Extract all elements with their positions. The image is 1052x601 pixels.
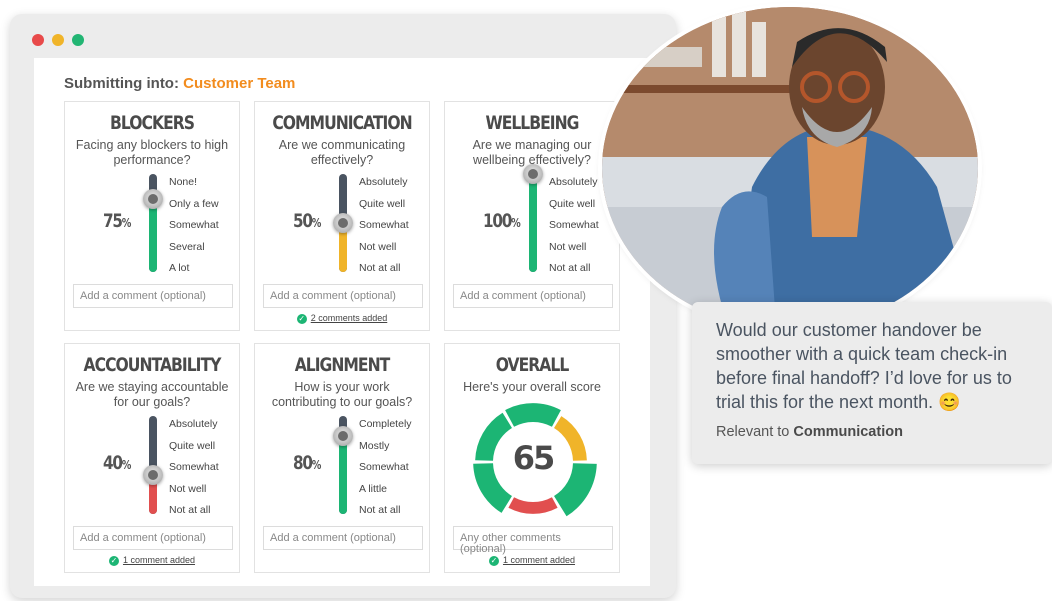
team-name[interactable]: Customer Team bbox=[183, 75, 295, 92]
card-wellbeing: WELLBEING Are we managing our wellbeing … bbox=[444, 101, 620, 331]
check-icon: ✓ bbox=[296, 313, 307, 324]
rating-option[interactable]: Somewhat bbox=[169, 218, 219, 240]
slider-handle[interactable] bbox=[143, 464, 163, 485]
card-title: ACCOUNTABILITY bbox=[83, 354, 222, 376]
card-question: How is your work contributing to our goa… bbox=[271, 380, 413, 409]
score-segment-accountability bbox=[508, 497, 558, 514]
card-percent: 50% bbox=[293, 210, 322, 232]
score-segment-extra bbox=[475, 412, 512, 461]
relevant-topic: Relevant to Communication bbox=[716, 424, 903, 440]
rating-options: Completely Mostly Somewhat A little Not … bbox=[359, 417, 412, 525]
slider-handle[interactable] bbox=[523, 164, 543, 184]
card-title: BLOCKERS bbox=[110, 112, 195, 134]
card-percent: 40% bbox=[103, 452, 132, 474]
rating-option[interactable]: Not at all bbox=[359, 261, 409, 283]
rating-slider[interactable] bbox=[529, 174, 537, 272]
rating-option[interactable]: Mostly bbox=[359, 439, 412, 461]
rating-option[interactable]: Not well bbox=[359, 240, 409, 262]
rating-option[interactable]: Not well bbox=[549, 240, 599, 262]
rating-option[interactable]: Absolutely bbox=[359, 175, 409, 197]
rating-option[interactable]: Only a few bbox=[169, 197, 219, 219]
card-accountability: ACCOUNTABILITY Are we staying accountabl… bbox=[64, 343, 240, 573]
score-segment-communication bbox=[554, 416, 587, 461]
rating-options: None! Only a few Somewhat Several A lot bbox=[169, 175, 219, 283]
comment-input[interactable]: Add a comment (optional) bbox=[453, 284, 613, 308]
rating-option[interactable]: Several bbox=[169, 240, 219, 262]
submitting-into-label: Submitting into: Customer Team bbox=[64, 75, 295, 92]
card-title: WELLBEING bbox=[485, 112, 580, 134]
rating-options: Absolutely Quite well Somewhat Not well … bbox=[549, 175, 599, 283]
slider-handle[interactable] bbox=[143, 188, 163, 209]
check-icon: ✓ bbox=[108, 555, 119, 566]
comment-input[interactable]: Add a comment (optional) bbox=[263, 526, 423, 550]
submitting-prefix: Submitting into: bbox=[64, 75, 179, 92]
rating-option[interactable]: A lot bbox=[169, 261, 219, 283]
card-title: COMMUNICATION bbox=[272, 112, 412, 134]
rating-option[interactable]: Somewhat bbox=[549, 218, 599, 240]
rating-option[interactable]: Quite well bbox=[549, 197, 599, 219]
card-percent: 100% bbox=[483, 210, 521, 232]
score-segment-blockers bbox=[505, 403, 561, 427]
rating-option[interactable]: None! bbox=[169, 175, 219, 197]
card-alignment: ALIGNMENT How is your work contributing … bbox=[254, 343, 430, 573]
rating-option[interactable]: Absolutely bbox=[549, 175, 599, 197]
comments-added-link[interactable]: ✓ 2 comments added bbox=[255, 313, 429, 324]
rating-option[interactable]: Not at all bbox=[169, 503, 219, 525]
comment-input[interactable]: Add a comment (optional) bbox=[73, 284, 233, 308]
minimize-window-dot[interactable] bbox=[52, 34, 64, 46]
app-window: Submitting into: Customer Team BLOCKERS … bbox=[10, 14, 676, 598]
comments-added-link[interactable]: ✓ 1 comment added bbox=[445, 555, 619, 566]
card-question: Facing any blockers to high performance? bbox=[75, 138, 229, 167]
card-question: Are we communicating effectively? bbox=[278, 138, 406, 167]
card-title: OVERALL bbox=[495, 354, 570, 376]
overall-score-chart: 65 bbox=[473, 403, 597, 517]
rating-option[interactable]: Not at all bbox=[359, 503, 412, 525]
maximize-window-dot[interactable] bbox=[72, 34, 84, 46]
card-title: ALIGNMENT bbox=[294, 354, 391, 376]
user-photo bbox=[602, 7, 978, 329]
rating-options: Absolutely Quite well Somewhat Not well … bbox=[359, 175, 409, 283]
rating-option[interactable]: Somewhat bbox=[359, 460, 412, 482]
overall-score: 65 bbox=[513, 439, 554, 477]
card-communication: COMMUNICATION Are we communicating effec… bbox=[254, 101, 430, 331]
rating-option[interactable]: Quite well bbox=[359, 197, 409, 219]
overall-comment-input[interactable]: Any other comments (optional) bbox=[453, 526, 613, 555]
close-window-dot[interactable] bbox=[32, 34, 44, 46]
feedback-message-card: Would our customer handover be smoother … bbox=[692, 302, 1052, 464]
rating-option[interactable]: Not at all bbox=[549, 261, 599, 283]
card-overall: OVERALL Here's your overall score 65 Any… bbox=[444, 343, 620, 573]
rating-options: Absolutely Quite well Somewhat Not well … bbox=[169, 417, 219, 525]
comment-input[interactable]: Add a comment (optional) bbox=[263, 284, 423, 308]
card-blockers: BLOCKERS Facing any blockers to high per… bbox=[64, 101, 240, 331]
score-segment-wellbeing bbox=[554, 463, 597, 517]
score-segment-alignment bbox=[473, 463, 512, 513]
rating-option[interactable]: A little bbox=[359, 482, 412, 504]
comments-added-link[interactable]: ✓ 1 comment added bbox=[65, 555, 239, 566]
comment-input[interactable]: Add a comment (optional) bbox=[73, 526, 233, 550]
slider-handle[interactable] bbox=[333, 425, 353, 446]
card-percent: 80% bbox=[293, 452, 322, 474]
rating-option[interactable]: Completely bbox=[359, 417, 412, 439]
rating-option[interactable]: Quite well bbox=[169, 439, 219, 461]
check-icon: ✓ bbox=[488, 555, 499, 566]
rating-option[interactable]: Somewhat bbox=[169, 460, 219, 482]
rating-option[interactable]: Somewhat bbox=[359, 218, 409, 240]
smile-emoji-icon: 😊 bbox=[938, 392, 961, 412]
slider-handle[interactable] bbox=[333, 213, 353, 233]
card-subtitle: Here's your overall score bbox=[463, 380, 601, 394]
card-percent: 75% bbox=[103, 210, 132, 232]
rating-option[interactable]: Absolutely bbox=[169, 417, 219, 439]
card-question: Are we staying accountable for our goals… bbox=[75, 380, 229, 409]
survey-panel: Submitting into: Customer Team BLOCKERS … bbox=[34, 58, 650, 586]
feedback-message: Would our customer handover be smoother … bbox=[716, 320, 1012, 412]
rating-option[interactable]: Not well bbox=[169, 482, 219, 504]
